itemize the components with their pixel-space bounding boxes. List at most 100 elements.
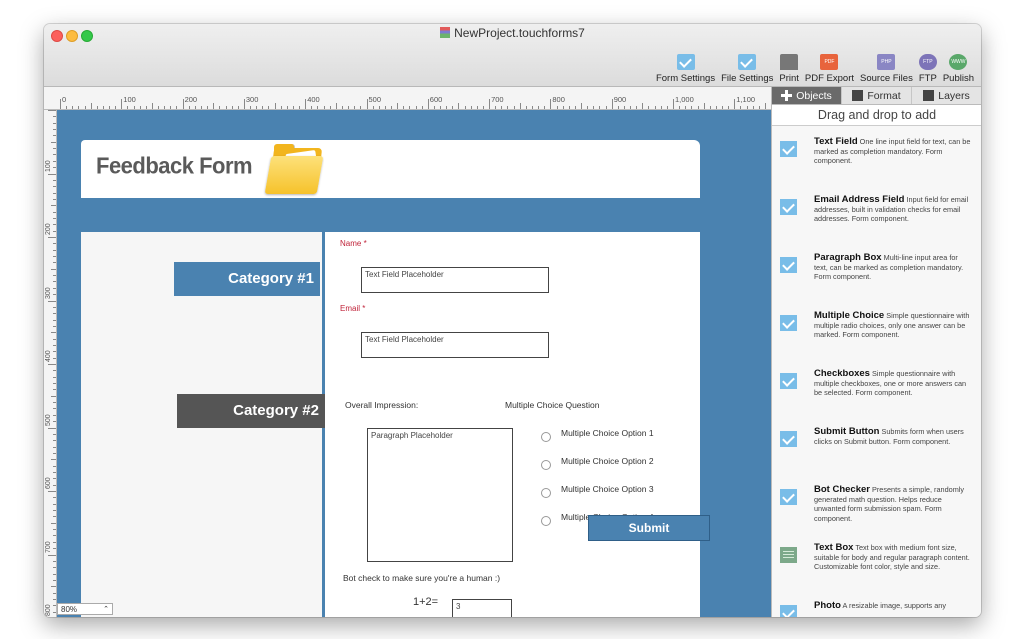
overall-impression-label: Overall Impression:	[345, 400, 419, 410]
bot-question: 1+2=	[413, 596, 439, 608]
ruler-label: 500	[368, 95, 382, 104]
object-item-multiple-choice[interactable]: Multiple Choice Simple questionnaire wit…	[772, 310, 981, 368]
category-1-banner[interactable]: Category #1	[174, 262, 320, 296]
object-item-text-field[interactable]: Text Field One line input field for text…	[772, 136, 981, 194]
ruler-tick	[53, 408, 56, 410]
ruler-tick	[53, 179, 56, 181]
tab-format[interactable]: Format	[842, 87, 912, 104]
ruler-tick	[164, 106, 166, 109]
window-title: NewProject.touchforms7	[44, 26, 981, 40]
ruler-tick	[53, 167, 56, 169]
ruler-label: 700	[45, 540, 52, 553]
ruler-tick	[53, 198, 56, 200]
ruler-tick	[170, 106, 172, 109]
ftp-button[interactable]: FTP FTP	[916, 54, 940, 84]
ruler-tick	[53, 510, 56, 512]
ruler-tick	[53, 319, 56, 321]
object-item-text-box[interactable]: Text Box Text box with medium font size,…	[772, 542, 981, 600]
object-description: Photo A resizable image, supports any	[814, 601, 972, 611]
mc-option-3-label: Multiple Choice Option 3	[561, 484, 654, 494]
ruler-tick	[556, 106, 558, 109]
category-2-banner[interactable]: Category #2	[177, 394, 325, 428]
mc-option-2-radio[interactable]	[541, 460, 551, 470]
ruler-label: 0	[62, 95, 67, 104]
tab-objects[interactable]: Objects	[772, 87, 842, 104]
file-settings-button[interactable]: File Settings	[718, 54, 776, 84]
object-item-checkboxes[interactable]: Checkboxes Simple questionnaire with mul…	[772, 368, 981, 426]
ruler-tick	[740, 106, 742, 109]
ruler-tick	[133, 106, 135, 109]
ruler-tick	[48, 364, 56, 365]
ruler-tick	[53, 243, 56, 245]
ruler-tick	[292, 106, 294, 109]
ruler-tick	[53, 598, 56, 600]
ruler-tick	[219, 106, 221, 109]
object-description: Text Box Text box with medium font size,…	[814, 543, 972, 572]
ruler-tick	[335, 103, 337, 109]
object-description: Paragraph Box Multi-line input area for …	[814, 253, 972, 282]
ruler-label: 600	[45, 477, 52, 489]
ruler-tick	[48, 300, 56, 302]
ruler-tick	[53, 579, 56, 581]
ruler-tick	[90, 103, 92, 109]
object-item-submit-button[interactable]: Submit Button Submits form when users cl…	[772, 426, 981, 484]
ruler-tick	[734, 99, 736, 109]
ruler-tick	[495, 106, 497, 109]
textbox-icon	[780, 547, 797, 563]
stepper-icon: ⌃	[103, 606, 109, 613]
ruler-tick	[51, 141, 56, 143]
ruler-tick	[599, 106, 601, 109]
ruler-label: 200	[184, 95, 198, 104]
object-description: Checkboxes Simple questionnaire with mul…	[814, 369, 972, 398]
zoom-select[interactable]: 80% ⌃	[57, 603, 113, 615]
drag-drop-header: Drag and drop to add	[772, 105, 981, 126]
photo-icon	[780, 605, 797, 617]
ruler-tick	[715, 106, 717, 109]
mc-option-3-radio[interactable]	[541, 488, 551, 498]
pdf-export-button[interactable]: PDF PDF Export	[802, 54, 857, 84]
ruler-tick	[53, 281, 56, 283]
publish-label: Publish	[942, 73, 974, 84]
paragraph-box[interactable]: Paragraph Placeholder	[367, 428, 513, 562]
ruler-tick	[53, 160, 56, 162]
object-name: Submit Button	[814, 426, 880, 437]
ruler-tick	[262, 106, 264, 109]
ftp-icon: FTP	[918, 54, 937, 70]
print-button[interactable]: Print	[776, 54, 802, 84]
toolbar: Form Settings File Settings Print PDF PDF…	[653, 46, 977, 84]
object-item-photo[interactable]: Photo A resizable image, supports any	[772, 600, 981, 617]
ruler-tick	[188, 106, 190, 109]
ruler-tick	[274, 103, 276, 109]
ruler-label: 800	[45, 604, 52, 616]
ruler-tick	[53, 338, 56, 340]
object-description: Multiple Choice Simple questionnaire wit…	[814, 311, 972, 340]
ruler-tick	[574, 106, 576, 109]
source-files-button[interactable]: PHP Source Files	[857, 54, 916, 84]
object-description: Text Field One line input field for text…	[814, 137, 972, 166]
object-item-email-address-field[interactable]: Email Address Field Input field for emai…	[772, 194, 981, 252]
ruler-tick	[482, 106, 484, 109]
bot-answer-field[interactable]: 3	[452, 599, 512, 617]
email-field[interactable]: Text Field Placeholder	[361, 332, 549, 358]
ruler-tick	[329, 106, 331, 109]
object-item-bot-checker[interactable]: Bot Checker Presents a simple, randomly …	[772, 484, 981, 542]
publish-button[interactable]: WWW Publish	[940, 54, 977, 84]
name-field[interactable]: Text Field Placeholder	[361, 267, 549, 293]
form-settings-button[interactable]: Form Settings	[653, 54, 718, 84]
ruler-tick	[354, 106, 356, 109]
submit-button[interactable]: Submit	[588, 515, 710, 541]
ruler-tick	[691, 106, 693, 109]
ruler-tick	[648, 106, 650, 109]
mc-option-1-radio[interactable]	[541, 432, 551, 442]
object-item-paragraph-box[interactable]: Paragraph Box Multi-line input area for …	[772, 252, 981, 310]
ruler-tick	[48, 554, 56, 556]
ruler-label: 100	[123, 95, 136, 104]
ruler-tick	[53, 548, 56, 550]
ruler-tick	[397, 103, 399, 109]
tab-layers[interactable]: Layers	[912, 87, 981, 104]
pdf-icon: PDF	[820, 54, 839, 70]
form-header-card[interactable]: Feedback Form	[81, 140, 324, 198]
mc-option-4-radio[interactable]	[541, 516, 551, 526]
form-header-right[interactable]	[324, 140, 700, 198]
ruler-tick	[53, 192, 56, 194]
